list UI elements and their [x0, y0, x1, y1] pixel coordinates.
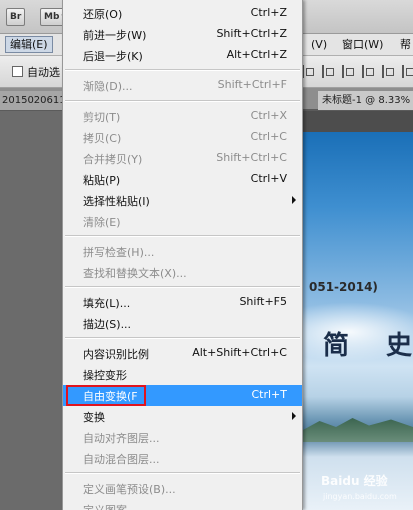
menu-item-label: 清除(E): [83, 216, 121, 229]
menu-item-shortcut: Ctrl+C: [250, 130, 287, 143]
distribute-right-icon[interactable]: [402, 65, 413, 78]
watermark: Baidu 经验: [321, 474, 388, 488]
menu-separator: [65, 286, 300, 288]
menu-help[interactable]: 帮: [396, 36, 413, 53]
bridge-button[interactable]: Br: [6, 8, 26, 26]
menu-item-label: 剪切(T): [83, 111, 121, 124]
align-left-icon[interactable]: [302, 65, 314, 78]
auto-select-label: 自动选: [27, 66, 60, 79]
menu-item-label: 渐隐(D)...: [83, 80, 133, 93]
menu-item-auto-blend-layers[interactable]: 自动混合图层...: [63, 448, 302, 469]
submenu-arrow-icon: [292, 196, 296, 204]
menu-item-label: 前进一步(W): [83, 29, 147, 42]
menu-item-content-aware-scale[interactable]: 内容识别比例 Alt+Shift+Ctrl+C: [63, 343, 302, 364]
menu-item-shortcut: Ctrl+T: [251, 388, 287, 401]
menu-separator: [65, 235, 300, 237]
align-center-icon[interactable]: [322, 65, 334, 78]
menu-item-label: 后退一步(K): [83, 50, 143, 63]
menu-separator: [65, 472, 300, 474]
menu-item-shortcut: Shift+F5: [239, 295, 287, 308]
menu-item-copy-merged[interactable]: 合并拷贝(Y) Shift+Ctrl+C: [63, 148, 302, 169]
menu-item-puppet-warp[interactable]: 操控变形: [63, 364, 302, 385]
menu-item-shortcut: Alt+Ctrl+Z: [226, 48, 287, 61]
menu-item-free-transform[interactable]: 自由变换(F Ctrl+T: [63, 385, 302, 406]
menu-item-label: 内容识别比例: [83, 348, 149, 361]
auto-select-checkbox[interactable]: [12, 66, 23, 77]
menu-item-label: 拷贝(C): [83, 132, 122, 145]
hills: [303, 418, 413, 442]
menu-item-label: 粘贴(P): [83, 174, 121, 187]
menu-item-label: 描边(S)...: [83, 318, 132, 331]
canvas-years-text: 051-2014): [309, 280, 378, 294]
align-toolbar: [302, 65, 413, 78]
menu-item-clear[interactable]: 清除(E): [63, 211, 302, 232]
menu-item-undo[interactable]: 还原(O) Ctrl+Z: [63, 3, 302, 24]
menu-separator: [65, 100, 300, 102]
menu-item-label: 定义图案...: [83, 502, 138, 510]
menu-separator: [65, 69, 300, 71]
menu-item-shortcut: Shift+Ctrl+C: [216, 151, 287, 164]
menu-item-shortcut: Shift+Ctrl+Z: [216, 27, 287, 40]
menu-item-define-pattern[interactable]: 定义图案...: [63, 499, 302, 510]
menu-item-paste-special[interactable]: 选择性粘贴(I): [63, 190, 302, 211]
menu-window[interactable]: 窗口(W): [338, 36, 387, 53]
menu-item-shortcut: Ctrl+X: [250, 109, 287, 122]
menu-separator: [65, 337, 300, 339]
canvas-image: 051-2014) 简 史 Baidu 经验 jingyan.baidu.com: [303, 132, 413, 510]
menu-item-label: 选择性粘贴(I): [83, 195, 150, 208]
menu-view[interactable]: (V): [307, 36, 331, 53]
menu-item-shortcut: Ctrl+Z: [250, 6, 287, 19]
tab-untitled-1[interactable]: 未标题-1 @ 8.33%: [318, 91, 413, 110]
menu-item-shortcut: Shift+Ctrl+F: [217, 78, 287, 91]
menu-item-copy[interactable]: 拷贝(C) Ctrl+C: [63, 127, 302, 148]
canvas-area-left: [0, 111, 62, 510]
menu-item-label: 填充(L)...: [83, 297, 131, 310]
menu-item-transform[interactable]: 变换: [63, 406, 302, 427]
menu-item-label: 自动对齐图层...: [83, 432, 160, 445]
bridge-button-label: Br: [10, 12, 22, 22]
submenu-arrow-icon: [292, 412, 296, 420]
watermark-url: jingyan.baidu.com: [323, 492, 397, 501]
menu-item-label: 变换: [83, 411, 105, 424]
menu-item-step-forward[interactable]: 前进一步(W) Shift+Ctrl+Z: [63, 24, 302, 45]
menu-item-label: 还原(O): [83, 8, 123, 21]
menu-item-find-replace[interactable]: 查找和替换文本(X)...: [63, 262, 302, 283]
menu-item-stroke[interactable]: 描边(S)...: [63, 313, 302, 334]
mini-bridge-button-label: Mb: [44, 12, 60, 22]
menu-item-label: 自动混合图层...: [83, 453, 160, 466]
menu-item-label: 合并拷贝(Y): [83, 153, 143, 166]
menu-item-fill[interactable]: 填充(L)... Shift+F5: [63, 292, 302, 313]
align-right-icon[interactable]: [342, 65, 354, 78]
menu-edit[interactable]: 编辑(E): [5, 36, 53, 53]
menu-item-label: 定义画笔预设(B)...: [83, 483, 176, 496]
menu-item-auto-align-layers[interactable]: 自动对齐图层...: [63, 427, 302, 448]
menu-item-check-spelling[interactable]: 拼写检查(H)...: [63, 241, 302, 262]
menu-item-label: 自由变换(F: [83, 390, 138, 403]
menu-item-fade[interactable]: 渐隐(D)... Shift+Ctrl+F: [63, 75, 302, 96]
menu-item-shortcut: Ctrl+V: [250, 172, 287, 185]
menu-item-label: 拼写检查(H)...: [83, 246, 155, 259]
menu-item-paste[interactable]: 粘贴(P) Ctrl+V: [63, 169, 302, 190]
menu-item-label: 查找和替换文本(X)...: [83, 267, 187, 280]
menu-item-define-brush[interactable]: 定义画笔预设(B)...: [63, 478, 302, 499]
distribute-center-icon[interactable]: [382, 65, 394, 78]
menu-item-shortcut: Alt+Shift+Ctrl+C: [192, 346, 287, 359]
tab-document-1[interactable]: 2015020611: [0, 91, 62, 110]
menu-item-step-backward[interactable]: 后退一步(K) Alt+Ctrl+Z: [63, 45, 302, 66]
edit-dropdown-menu: 还原(O) Ctrl+Z 前进一步(W) Shift+Ctrl+Z 后退一步(K…: [62, 0, 303, 510]
distribute-icon[interactable]: [362, 65, 374, 78]
menu-item-cut[interactable]: 剪切(T) Ctrl+X: [63, 106, 302, 127]
menu-item-label: 操控变形: [83, 369, 127, 382]
canvas-title-text: 简 史: [323, 331, 412, 361]
